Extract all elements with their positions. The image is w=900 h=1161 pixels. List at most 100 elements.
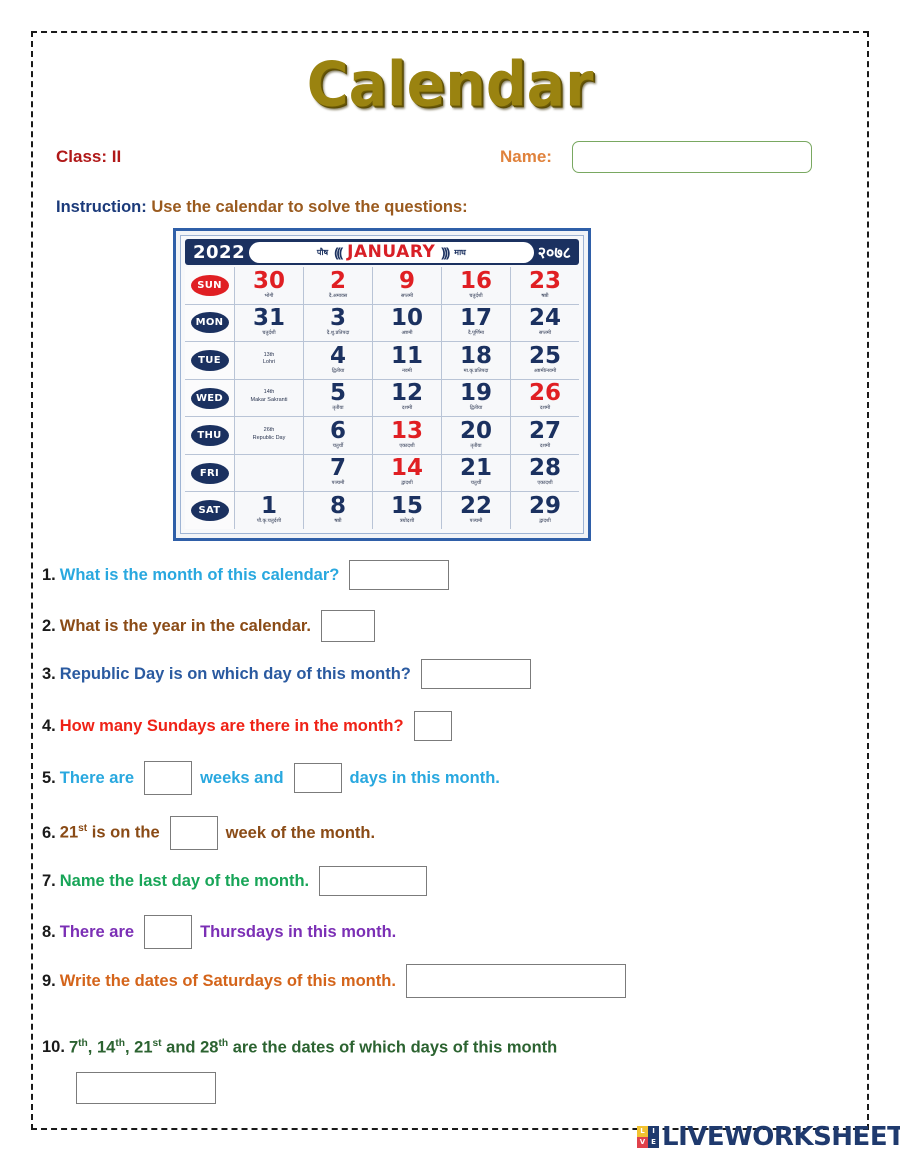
calendar-tithi-label: चतुर्दशी xyxy=(469,292,483,299)
question-number: 10. xyxy=(42,1038,65,1057)
question-9: 9. Write the dates of Saturdays of this m… xyxy=(42,964,634,998)
answer-input-q4-2[interactable] xyxy=(413,711,452,741)
question-text: Republic Day is on which day of this mon… xyxy=(59,664,411,683)
calendar-date-number: 23 xyxy=(528,267,561,294)
calendar-date-cell: 16 चतुर्दशी xyxy=(442,267,511,304)
instruction-text: Use the calendar to solve the questions: xyxy=(151,198,468,216)
question-5: 5. There are weeks and days in this month. xyxy=(42,761,502,795)
calendar-date-number: 18 xyxy=(459,342,492,369)
answer-input-q5-2[interactable] xyxy=(144,761,193,795)
calendar-week-row: TUE 13th Lohri 4 द्वितीया 11 नवमी 18 मा.कृ.प्रति… xyxy=(185,341,579,379)
calendar-tithi-label: दशमी xyxy=(539,442,551,449)
answer-input-q5-4[interactable] xyxy=(293,763,342,793)
answer-input-q3-2[interactable] xyxy=(420,659,531,689)
calendar-tithi-label: अष्टमी/नवमी xyxy=(533,367,557,374)
answer-input-q7-2[interactable] xyxy=(319,866,428,896)
calendar-week-row: MON 31 चतुर्दशी 3 दै.शु.प्रतिपदा 10 अष्टमी 17 दै… xyxy=(185,303,579,342)
calendar-tithi-label: दै.शु.प्रतिपदा xyxy=(326,330,350,337)
calendar-holiday-note: 14th Makar Sakranti xyxy=(250,389,288,404)
calendar-image: 2022 पौष ((( JANUARY ))) माघ २०७८ SUN 30 भ… xyxy=(173,228,591,541)
question-number: 2. xyxy=(42,616,56,635)
answer-input-q9-2[interactable] xyxy=(405,964,626,998)
calendar-tithi-label: पञ्चमी xyxy=(469,518,483,524)
calendar-day-label-cell: SAT xyxy=(185,492,235,530)
name-label: Name: xyxy=(500,147,552,166)
calendar-date-number: 15 xyxy=(390,493,423,519)
answer-input-q6-2[interactable] xyxy=(169,816,218,850)
calendar-holiday-note: 26th Republic Day xyxy=(252,426,286,441)
calendar-tithi-label: अष्टमी xyxy=(401,330,413,337)
answer-input-q8-2[interactable] xyxy=(144,915,193,949)
answer-input-q2-2[interactable] xyxy=(321,610,376,642)
calendar-body: 2022 पौष ((( JANUARY ))) माघ २०७८ SUN 30 भ… xyxy=(180,235,584,534)
calendar-tithi-label: भोगी xyxy=(264,292,274,299)
badge-letter-i: I xyxy=(648,1126,659,1137)
question-text: week of the month. xyxy=(225,823,376,842)
question-text: Write the dates of Saturdays of this mon… xyxy=(59,971,396,990)
calendar-tithi-label: नवमी xyxy=(402,367,412,374)
calendar-date-number: 29 xyxy=(528,493,561,519)
calendar-grid: SUN 30 भोगी 2 दै.अमावस 9 सप्तमी 16 चतुर्दशी 23 षष्… xyxy=(185,267,579,530)
question-number: 8. xyxy=(42,922,56,941)
calendar-date-number: 26 xyxy=(528,380,561,407)
calendar-date-cell xyxy=(235,454,304,492)
question-text: 7th, 14th, 21st and 28th are the dates o… xyxy=(68,1038,558,1057)
calendar-date-number: 7 xyxy=(329,455,346,482)
calendar-date-number: 5 xyxy=(329,380,346,407)
calendar-date-number: 28 xyxy=(528,455,561,482)
badge-letter-e: E xyxy=(648,1137,659,1148)
calendar-month-nepali-left: पौष xyxy=(316,247,329,257)
calendar-date-number: 12 xyxy=(390,380,423,407)
calendar-tithi-label: दशमी xyxy=(401,405,413,412)
question-text: Thursdays in this month. xyxy=(200,922,397,941)
calendar-date-number: 4 xyxy=(329,342,346,369)
calendar-date-cell: 24 सप्तमी xyxy=(511,305,579,342)
answer-input-q1-2[interactable] xyxy=(349,560,450,590)
calendar-week-row: WED 14th Makar Sakranti 5 तृतीया 12 दशमी 19 द्वि… xyxy=(185,378,579,417)
liveworksheets-logo: L I V E LIVEWORKSHEETS xyxy=(637,1122,900,1152)
calendar-date-cell: 9 सप्तमी xyxy=(373,267,442,304)
calendar-date-cell: 22 पञ्चमी xyxy=(442,492,511,530)
calendar-month-english: JANUARY xyxy=(347,242,436,262)
name-input[interactable] xyxy=(572,141,812,173)
calendar-date-cell: 13 एकादशी xyxy=(373,417,442,454)
calendar-day-label-cell: TUE xyxy=(185,342,235,379)
calendar-date-number: 11 xyxy=(390,342,423,369)
calendar-tithi-label: षष्ठी xyxy=(541,292,549,299)
calendar-tithi-label: द्वितीया xyxy=(469,405,483,412)
bracket-left-icon: ((( xyxy=(334,244,343,260)
day-badge-sun: SUN xyxy=(190,274,229,296)
question-text: Name the last day of the month. xyxy=(59,871,310,890)
instruction-line: Instruction: Use the calendar to solve t… xyxy=(56,198,468,217)
calendar-date-cell: 12 दशमी xyxy=(373,379,442,417)
badge-letter-l: L xyxy=(637,1126,648,1137)
calendar-date-cell: 18 मा.कृ.प्रतिपदा xyxy=(442,342,511,379)
question-text: days in this month. xyxy=(349,768,500,787)
calendar-date-number: 24 xyxy=(528,305,561,332)
calendar-date-number: 1 xyxy=(260,493,277,519)
calendar-date-cell: 13th Lohri xyxy=(235,342,304,379)
question-6: 6. 21st is on the week of the month. xyxy=(42,816,377,850)
question-3: 3. Republic Day is on which day of this m… xyxy=(42,659,539,689)
question-number: 6. xyxy=(42,823,56,842)
question-number: 9. xyxy=(42,971,56,990)
calendar-date-cell: 4 द्वितीया xyxy=(304,342,373,379)
calendar-date-number: 19 xyxy=(459,380,492,407)
liveworksheets-wordmark: LIVEWORKSHEETS xyxy=(662,1122,900,1152)
question-text: There are xyxy=(59,768,135,787)
calendar-tithi-label: सप्तमी xyxy=(538,330,552,337)
calendar-month-nepali-right: माघ xyxy=(454,247,466,257)
calendar-tithi-label: त्रयोदशी xyxy=(399,518,415,524)
calendar-date-cell: 6 चतुर्थी xyxy=(304,417,373,454)
question-text: How many Sundays are there in the month? xyxy=(59,716,404,735)
day-badge-sat: SAT xyxy=(190,500,229,522)
calendar-date-cell: 23 षष्ठी xyxy=(511,267,579,304)
calendar-tithi-label: एकादशी xyxy=(399,442,415,449)
calendar-date-number: 13 xyxy=(390,417,423,444)
calendar-date-number: 2 xyxy=(329,267,346,294)
calendar-header: 2022 पौष ((( JANUARY ))) माघ २०७८ xyxy=(185,239,579,265)
answer-input-q10-1[interactable] xyxy=(76,1072,216,1104)
calendar-tithi-label: सप्तमी xyxy=(400,292,414,299)
calendar-tithi-label: चतुर्थी xyxy=(470,480,482,487)
calendar-date-cell: 27 दशमी xyxy=(511,417,579,454)
